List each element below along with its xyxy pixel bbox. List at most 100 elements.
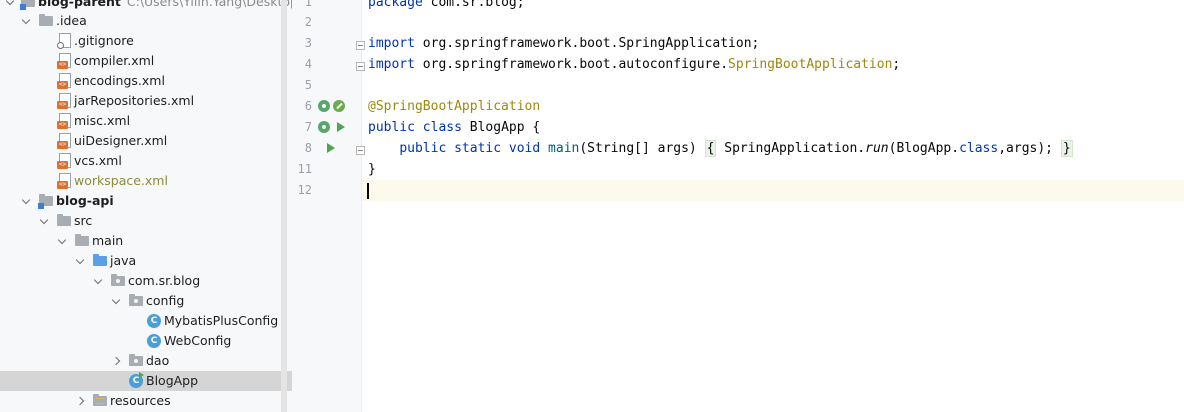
line-number: 8 (304, 141, 312, 155)
tree-label: blog-api (56, 193, 114, 208)
code-line-11: } (368, 162, 376, 177)
tree-item-webconfig[interactable]: C WebConfig (0, 331, 292, 351)
xml-file-icon: <> (56, 111, 72, 131)
xml-file-icon: <> (56, 131, 72, 151)
bean-icon[interactable] (318, 121, 330, 133)
tree-item-java[interactable]: java (0, 251, 292, 271)
folder-icon (74, 231, 90, 251)
tree-label: dao (146, 353, 170, 368)
expand-arrow-icon[interactable] (74, 251, 86, 271)
line-number: 11 (297, 162, 312, 176)
tree-label: compiler.xml (74, 53, 155, 68)
package-icon (128, 351, 144, 371)
code-line-3: import org.springframework.boot.SpringAp… (368, 36, 760, 51)
collapse-arrow-icon[interactable] (76, 391, 88, 411)
tree-item-gitignore[interactable]: .gitignore (0, 31, 292, 51)
run-main-icon[interactable] (327, 143, 335, 153)
code-line-8: public static void main(String[] args) {… (399, 140, 1073, 157)
expand-arrow-icon[interactable] (56, 231, 68, 251)
run-class-icon[interactable] (337, 122, 345, 132)
module-folder-icon (38, 191, 54, 211)
xml-file-icon: <> (56, 171, 72, 191)
project-path: C:\Users\Yilin.Yang\Desktop\g (126, 0, 292, 9)
xml-file-icon: <> (56, 71, 72, 91)
expand-arrow-icon[interactable] (38, 211, 50, 231)
folded-brace[interactable]: } (1060, 140, 1073, 157)
tree-item-uidesigner-xml[interactable]: <> uiDesigner.xml (0, 131, 292, 151)
tree-label: uiDesigner.xml (74, 133, 168, 148)
xml-file-icon: <> (56, 151, 72, 171)
tree-label: com.sr.blog (128, 273, 201, 288)
tree-label: encodings.xml (74, 73, 165, 88)
text-caret (367, 183, 369, 199)
tree-label: resources (110, 393, 171, 408)
tree-label: .gitignore (74, 33, 134, 48)
tree-item-main[interactable]: main (0, 231, 292, 251)
expand-arrow-icon[interactable] (110, 291, 122, 311)
tree-item-blog-api[interactable]: blog-api (0, 191, 292, 211)
expand-arrow-icon[interactable] (20, 11, 32, 31)
tree-label: main (92, 233, 124, 248)
tree-label: config (146, 293, 185, 308)
current-line-highlight (362, 180, 1184, 201)
project-tree: blog-parent C:\Users\Yilin.Yang\Desktop\g… (0, 0, 292, 412)
class-icon: C (146, 311, 162, 331)
tree-scrollbar[interactable] (281, 0, 287, 412)
tree-label: WebConfig (164, 333, 232, 348)
tree-label: vcs.xml (74, 153, 122, 168)
tree-label: jarRepositories.xml (74, 93, 195, 108)
code-line-7: public class BlogApp { (368, 120, 541, 135)
tree-label: workspace.xml (74, 173, 168, 188)
tree-item-resources[interactable]: resources (0, 391, 292, 411)
tree-item-dao[interactable]: dao (0, 351, 292, 371)
tree-label: src (74, 213, 93, 228)
expand-arrow-icon[interactable] (20, 191, 32, 211)
code-line-6: @SpringBootApplication (368, 99, 541, 114)
line-number: 3 (304, 36, 312, 50)
tree-label: MybatisPlusConfig (164, 313, 279, 328)
xml-file-icon: <> (56, 51, 72, 71)
tree-item-mybatisplusconfig[interactable]: C MybatisPlusConfig (0, 311, 292, 331)
tree-item-jarrepositories-xml[interactable]: <> jarRepositories.xml (0, 91, 292, 111)
tree-label: .idea (56, 13, 87, 28)
tree-label: misc.xml (74, 113, 131, 128)
tree-item-config[interactable]: config (0, 291, 292, 311)
tree-label: blog-parent (38, 0, 121, 9)
tree-item-vcs-xml[interactable]: <> vcs.xml (0, 151, 292, 171)
class-icon: C (146, 331, 162, 351)
line-number: 6 (304, 99, 312, 113)
tree-item-compiler-xml[interactable]: <> compiler.xml (0, 51, 292, 71)
folded-brace[interactable]: { (704, 140, 717, 157)
editor-gutter[interactable]: 1 2 3 4 5 6 7 8 11 12 (292, 0, 365, 412)
line-number: 4 (304, 57, 312, 71)
package-icon (128, 291, 144, 311)
folder-icon (56, 211, 72, 231)
package-icon (110, 271, 126, 291)
line-number: 5 (304, 78, 312, 92)
code-line-4: import org.springframework.boot.autoconf… (368, 57, 901, 72)
tree-label: java (110, 253, 137, 268)
xml-file-icon: <> (56, 91, 72, 111)
tree-item-encodings-xml[interactable]: <> encodings.xml (0, 71, 292, 91)
tree-item-src[interactable]: src (0, 211, 292, 231)
tree-item-misc-xml[interactable]: <> misc.xml (0, 111, 292, 131)
code-line-1: package com.sr.blog; (368, 0, 525, 10)
tree-item-blogapp[interactable]: C BlogApp (0, 371, 292, 391)
line-number: 12 (297, 183, 312, 197)
folder-icon (38, 11, 54, 31)
source-folder-icon (92, 251, 108, 271)
collapse-arrow-icon[interactable] (112, 351, 124, 371)
tree-label: BlogApp (146, 373, 199, 388)
expand-arrow-icon[interactable] (92, 271, 104, 291)
tree-item-idea[interactable]: .idea (0, 11, 292, 31)
resources-folder-icon (92, 391, 108, 411)
tree-item-workspace-xml[interactable]: <> workspace.xml (0, 171, 292, 191)
line-number: 7 (304, 120, 312, 134)
ignore-file-icon (56, 31, 72, 51)
runnable-class-icon: C (128, 371, 144, 391)
line-number: 2 (304, 15, 312, 29)
bean-icon[interactable] (318, 100, 330, 112)
spring-boot-icon[interactable] (333, 100, 345, 112)
tree-item-package[interactable]: com.sr.blog (0, 271, 292, 291)
code-editor[interactable]: package com.sr.blog; import org.springfr… (362, 0, 1184, 412)
